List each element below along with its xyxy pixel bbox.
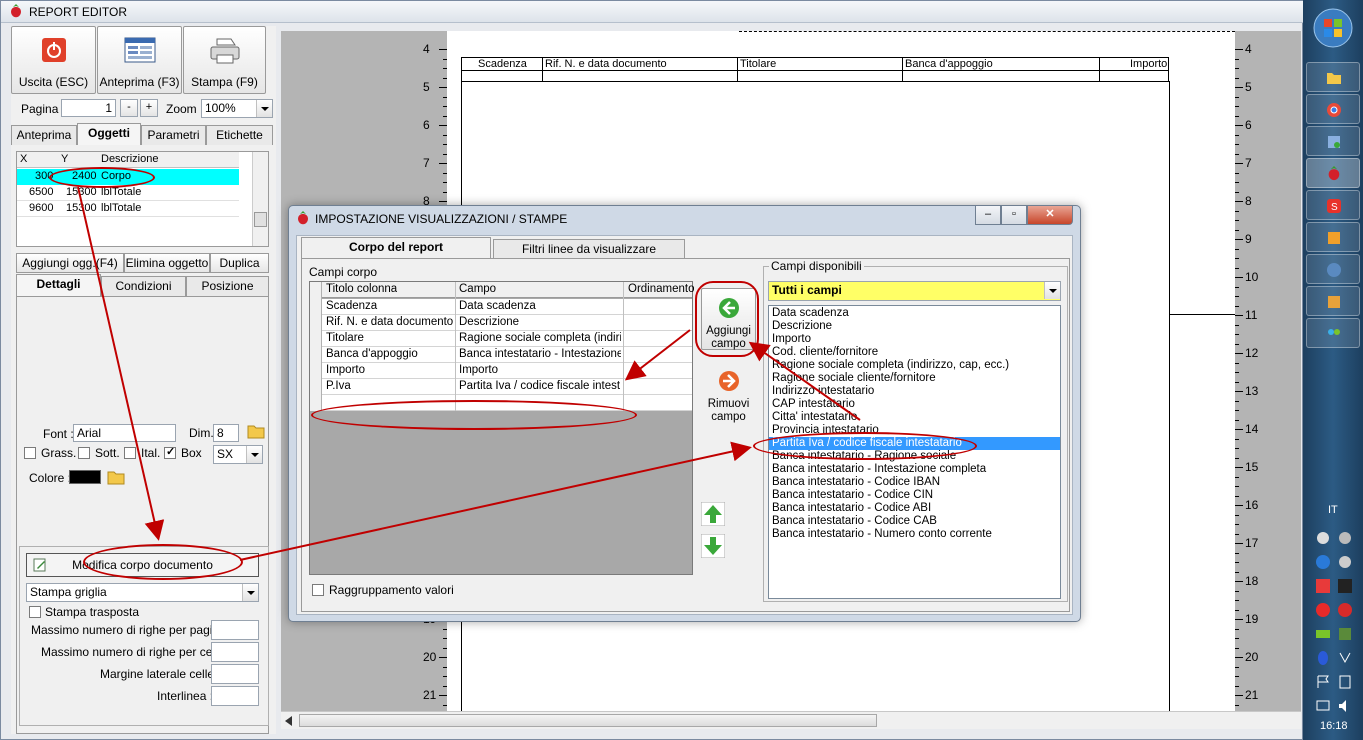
- taskbar-chrome[interactable]: [1306, 94, 1360, 124]
- taskbar-app[interactable]: [1306, 222, 1360, 252]
- tray-icon[interactable]: [1337, 578, 1353, 594]
- windows-taskbar: S IT 16:18: [1303, 0, 1363, 740]
- tray-icon[interactable]: [1337, 530, 1353, 546]
- taskbar-app2[interactable]: [1306, 286, 1360, 316]
- tray-icon[interactable]: [1315, 626, 1331, 642]
- taskbar-skype[interactable]: S: [1306, 190, 1360, 220]
- tray-icon[interactable]: [1337, 674, 1353, 690]
- tray-icon[interactable]: [1337, 554, 1353, 570]
- taskbar-network[interactable]: [1306, 126, 1360, 156]
- strawberry-icon: [1328, 166, 1340, 181]
- start-button-icon[interactable]: [1313, 8, 1353, 48]
- annotation-arrows: [77, 186, 861, 561]
- taskbar-users[interactable]: [1306, 318, 1360, 348]
- folder-icon: [1327, 73, 1341, 84]
- tray-icon[interactable]: [1337, 626, 1353, 642]
- arrow-line: [624, 329, 691, 381]
- bluetooth-icon[interactable]: [1315, 650, 1331, 666]
- volume-icon[interactable]: [1337, 698, 1353, 714]
- skype-icon: S: [1327, 199, 1341, 213]
- svg-text:S: S: [1331, 202, 1338, 213]
- network-icon: [1328, 136, 1340, 148]
- flag-icon[interactable]: [1315, 674, 1331, 690]
- arrow-line: [77, 186, 165, 541]
- network-tray-icon[interactable]: [1315, 698, 1331, 714]
- taskbar-media[interactable]: [1306, 254, 1360, 284]
- language-indicator[interactable]: IT: [1328, 504, 1338, 516]
- taskbar-report-editor[interactable]: [1306, 158, 1360, 188]
- tray-icon[interactable]: [1315, 530, 1331, 546]
- app-icon: [1328, 232, 1340, 244]
- tray-icon[interactable]: [1337, 650, 1353, 666]
- clock[interactable]: 16:18: [1320, 720, 1348, 732]
- tray-icon[interactable]: [1337, 602, 1353, 618]
- users-icon: [1328, 329, 1340, 335]
- chrome-icon: [1327, 103, 1341, 117]
- windows-app-icon: [1328, 296, 1340, 308]
- arrow-line: [748, 341, 861, 421]
- tray-icon[interactable]: [1315, 554, 1331, 570]
- arrow-line: [239, 441, 752, 561]
- tray-icon[interactable]: [1315, 602, 1331, 618]
- tray-icon[interactable]: [1315, 578, 1331, 594]
- media-icon: [1327, 263, 1341, 277]
- taskbar-explorer[interactable]: [1306, 62, 1360, 92]
